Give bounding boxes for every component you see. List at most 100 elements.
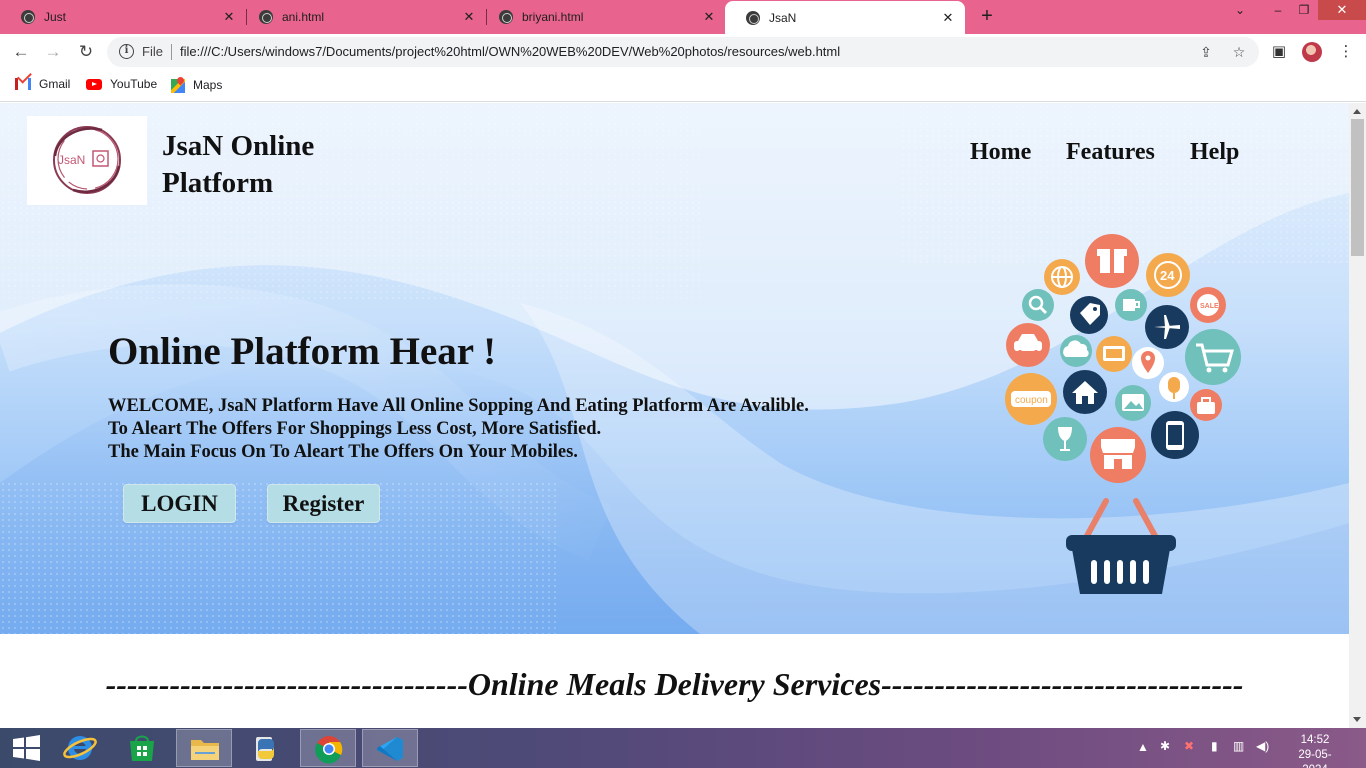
close-tab-icon[interactable]: ✕: [458, 9, 480, 25]
globe-icon: [259, 10, 273, 24]
start-button[interactable]: [0, 729, 56, 767]
nav-features[interactable]: Features: [1066, 139, 1155, 166]
tab-just[interactable]: Just ✕: [0, 0, 246, 34]
menu-kebab-icon[interactable]: ⋮: [1336, 42, 1356, 62]
coffee-cup-icon: [1115, 289, 1147, 321]
reload-icon[interactable]: ↻: [75, 41, 97, 63]
search-icon: [1022, 289, 1054, 321]
internet-explorer-icon: [63, 736, 97, 760]
tab-strip: Just ✕ ani.html ✕ briyani.html ✕ JsaN ✕ …: [0, 0, 1366, 34]
tab-ani[interactable]: ani.html ✕: [238, 0, 486, 34]
24-hours-icon: 24: [1146, 253, 1190, 297]
tab-search-chevron-icon[interactable]: ⌄: [1228, 0, 1252, 20]
close-tab-icon[interactable]: ✕: [218, 9, 240, 25]
svg-text:24: 24: [1160, 268, 1175, 283]
hero-line: To Aleart The Offers For Shoppings Less …: [108, 419, 602, 439]
page-scrollbar[interactable]: [1349, 103, 1366, 728]
svg-text:coupon: coupon: [1015, 395, 1048, 406]
bookmark-star-icon[interactable]: ☆: [1230, 43, 1248, 61]
hero-line: WELCOME, JsaN Platform Have All Online S…: [108, 396, 809, 416]
folder-icon: [191, 740, 219, 760]
restore-window-icon[interactable]: ❐: [1292, 0, 1316, 20]
tv-icon: [1096, 336, 1132, 372]
chrome-taskbar[interactable]: [300, 729, 356, 767]
close-window-icon[interactable]: ✕: [1318, 0, 1366, 20]
airplane-icon: [1145, 305, 1189, 349]
minimize-window-icon[interactable]: ‒: [1266, 0, 1290, 20]
site-info-icon[interactable]: i: [119, 44, 134, 59]
hero-title: Online Platform Hear !: [108, 330, 497, 373]
wine-glass-icon: [1043, 417, 1087, 461]
register-button[interactable]: Register: [267, 484, 380, 523]
bookmark-maps[interactable]: Maps: [171, 77, 222, 93]
hero-line: The Main Focus On To Aleart The Offers O…: [108, 442, 578, 462]
battery-icon[interactable]: ▮: [1211, 739, 1218, 753]
profile-avatar[interactable]: [1302, 42, 1322, 62]
browser-toolbar: ← → ↻ i File file:///C:/Users/windows7/D…: [0, 34, 1366, 70]
vscode-icon: [377, 737, 403, 761]
scroll-up-arrow-icon[interactable]: [1353, 109, 1361, 114]
store-icon: [1090, 427, 1146, 483]
system-clock[interactable]: 14:52 29-05-2024: [1286, 733, 1344, 768]
bookmark-youtube[interactable]: YouTube: [86, 77, 157, 91]
vscode-taskbar[interactable]: [362, 729, 418, 767]
signal-icon[interactable]: ▥: [1233, 739, 1244, 753]
nav-home[interactable]: Home: [970, 139, 1031, 166]
ice-cream-icon: [1159, 372, 1189, 402]
location-pin-icon: [1132, 347, 1164, 379]
windows-store-icon: [130, 735, 154, 761]
show-hidden-icons-icon[interactable]: ▲: [1137, 740, 1149, 754]
globe-icon: [1044, 259, 1080, 295]
image-icon: [1115, 385, 1151, 421]
tab-briyani[interactable]: briyani.html ✕: [478, 0, 726, 34]
brand-line: Platform: [162, 167, 274, 199]
bluetooth-icon[interactable]: ✱: [1160, 739, 1170, 753]
tab-label: Just: [44, 10, 67, 24]
nav-help[interactable]: Help: [1190, 139, 1239, 166]
section-heading-meals-delivery: ----------------------------------Online…: [105, 666, 1244, 702]
bookmarks-bar: Gmail YouTube Maps: [0, 70, 1366, 102]
clock-date: 29-05-2024: [1298, 749, 1332, 768]
clock-time: 14:52: [1300, 734, 1330, 746]
url-text[interactable]: file:///C:/Users/windows7/Documents/proj…: [180, 44, 840, 59]
windows-taskbar: ▲ ✱ ✖ ▮ ▥ ◀) 14:52 29-05-2024: [0, 728, 1366, 768]
file-explorer-taskbar[interactable]: [176, 729, 232, 767]
forward-arrow-icon[interactable]: →: [42, 41, 64, 63]
side-panel-icon[interactable]: ▣: [1269, 42, 1289, 62]
youtube-icon: [86, 78, 102, 90]
network-disconnected-icon[interactable]: ✖: [1184, 739, 1194, 753]
hero-section: JsaN JsaN Online Platform Home Features …: [0, 103, 1349, 634]
scrollbar-thumb[interactable]: [1351, 119, 1364, 256]
smartphone-icon: [1151, 411, 1199, 459]
globe-icon: [499, 10, 513, 24]
gmail-icon: [15, 78, 31, 90]
tab-label: briyani.html: [522, 10, 584, 24]
brand-line: JsaN Online: [162, 130, 315, 162]
address-bar[interactable]: i File file:///C:/Users/windows7/Documen…: [107, 37, 1259, 67]
maps-icon: [171, 77, 185, 93]
back-arrow-icon[interactable]: ←: [10, 41, 32, 63]
login-button[interactable]: LOGIN: [123, 484, 236, 523]
bookmark-gmail[interactable]: Gmail: [15, 77, 70, 91]
bookmark-label: Gmail: [39, 77, 71, 91]
python-taskbar[interactable]: [238, 729, 294, 767]
new-tab-button[interactable]: +: [976, 4, 998, 28]
internet-explorer-taskbar[interactable]: [52, 729, 108, 767]
site-logo[interactable]: JsaN: [27, 116, 147, 205]
close-tab-icon[interactable]: ✕: [937, 10, 959, 26]
logo-text: JsaN: [58, 153, 85, 167]
price-tag-icon: [1070, 296, 1108, 334]
brand-title: JsaN Online Platform: [162, 128, 382, 202]
share-icon[interactable]: ⇪: [1197, 43, 1215, 61]
gift-icon: [1085, 234, 1139, 288]
shopping-cart-icon: [1185, 329, 1241, 385]
volume-icon[interactable]: ◀): [1256, 739, 1269, 753]
svg-text:SALE: SALE: [1200, 303, 1219, 310]
car-icon: [1006, 323, 1050, 367]
store-taskbar[interactable]: [114, 729, 170, 767]
home-icon: [1063, 370, 1107, 414]
scroll-down-arrow-icon[interactable]: [1353, 717, 1361, 722]
close-tab-icon[interactable]: ✕: [698, 9, 720, 25]
globe-icon: [21, 10, 35, 24]
tab-jsan-active[interactable]: JsaN ✕: [725, 1, 965, 34]
